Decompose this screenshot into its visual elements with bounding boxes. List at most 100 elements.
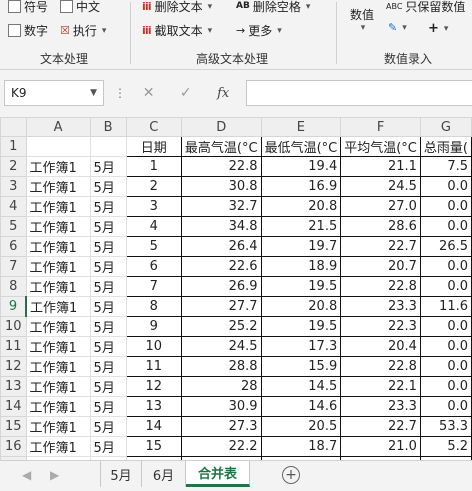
cell-c13[interactable]: 12 — [125, 376, 182, 397]
column-header-c[interactable]: C — [125, 117, 182, 137]
cell-d13[interactable]: 28 — [180, 376, 262, 397]
row-header[interactable]: 14 — [0, 396, 27, 417]
cell-b12[interactable]: 5月 — [89, 356, 127, 377]
chinese-checkbox[interactable]: 中文 — [60, 0, 100, 15]
add-button[interactable]: + ▾ — [428, 22, 448, 35]
cell-c8[interactable]: 7 — [125, 276, 182, 297]
cell-c14[interactable]: 13 — [125, 396, 182, 417]
name-box[interactable]: K9 ▼ — [4, 80, 104, 106]
cell-d9[interactable]: 27.7 — [180, 296, 262, 317]
value-button[interactable]: 数值 ▾ — [350, 6, 374, 33]
cell-c9[interactable]: 8 — [125, 296, 182, 317]
cell-e5[interactable]: 21.5 — [260, 216, 342, 237]
cancel-icon[interactable]: ✕ — [143, 85, 155, 101]
cell-g9[interactable]: 11.6 — [419, 296, 472, 317]
cell-e8[interactable]: 19.5 — [260, 276, 342, 297]
cell-a8[interactable]: 工作簿1 — [25, 276, 91, 297]
cell-g13[interactable]: 0.0 — [419, 376, 472, 397]
cell-c10[interactable]: 9 — [125, 316, 182, 337]
cell-f2[interactable]: 21.1 — [340, 156, 421, 177]
cell-g7[interactable]: 0.0 — [419, 256, 472, 277]
row-header[interactable]: 15 — [0, 416, 27, 437]
cell-g3[interactable]: 0.0 — [419, 176, 472, 197]
cell-a9[interactable]: 工作簿1 — [25, 296, 91, 317]
cell-g2[interactable]: 7.5 — [419, 156, 472, 177]
cell-b9[interactable]: 5月 — [89, 296, 127, 317]
row-header[interactable]: 16 — [0, 436, 27, 457]
cell-d10[interactable]: 25.2 — [180, 316, 262, 337]
cell-c11[interactable]: 10 — [125, 336, 182, 357]
cell-e2[interactable]: 19.4 — [260, 156, 342, 177]
cell-e6[interactable]: 19.7 — [260, 236, 342, 257]
cell-g15[interactable]: 53.3 — [419, 416, 472, 437]
formula-input[interactable] — [246, 80, 472, 106]
cell-a12[interactable]: 工作簿1 — [25, 356, 91, 377]
cell-d12[interactable]: 28.8 — [180, 356, 262, 377]
cell-g12[interactable]: 0.0 — [419, 356, 472, 377]
cell-c2[interactable]: 1 — [125, 156, 182, 177]
cell-c1[interactable]: 日期 — [125, 136, 182, 157]
sheet-tab-may[interactable]: 5月 — [100, 461, 142, 487]
cell-b13[interactable]: 5月 — [89, 376, 127, 397]
cell-b2[interactable]: 5月 — [89, 156, 127, 177]
cell-c16[interactable]: 15 — [125, 436, 182, 457]
cell-b4[interactable]: 5月 — [89, 196, 127, 217]
insert-function-icon[interactable]: fx — [217, 86, 229, 101]
cell-b15[interactable]: 5月 — [89, 416, 127, 437]
cell-g11[interactable]: 0.0 — [419, 336, 472, 357]
cell-c7[interactable]: 6 — [125, 256, 182, 277]
cell-b7[interactable]: 5月 — [89, 256, 127, 277]
cell-d14[interactable]: 30.9 — [180, 396, 262, 417]
row-header[interactable]: 12 — [0, 356, 27, 377]
cell-g14[interactable]: 0.0 — [419, 396, 472, 417]
cell-f3[interactable]: 24.5 — [340, 176, 421, 197]
delete-spaces-button[interactable]: AB 删除空格 ▾ — [236, 0, 310, 15]
cell-e11[interactable]: 17.3 — [260, 336, 342, 357]
cell-e15[interactable]: 20.5 — [260, 416, 342, 437]
cell-e7[interactable]: 18.9 — [260, 256, 342, 277]
row-header[interactable]: 6 — [0, 236, 27, 257]
column-header-e[interactable]: E — [260, 117, 342, 137]
cell-e14[interactable]: 14.6 — [260, 396, 342, 417]
cell-a16[interactable]: 工作簿1 — [25, 436, 91, 457]
cell-b8[interactable]: 5月 — [89, 276, 127, 297]
cell-e9[interactable]: 20.8 — [260, 296, 342, 317]
column-header-a[interactable]: A — [25, 117, 91, 137]
more-button[interactable]: → 更多 ▾ — [236, 22, 282, 39]
row-header[interactable]: 10 — [0, 316, 27, 337]
cell-c15[interactable]: 14 — [125, 416, 182, 437]
cell-f1[interactable]: 平均气温(°C — [340, 136, 421, 157]
cell-f12[interactable]: 22.8 — [340, 356, 421, 377]
cell-c12[interactable]: 11 — [125, 356, 182, 377]
row-header[interactable]: 11 — [0, 336, 27, 357]
row-header[interactable]: 5 — [0, 216, 27, 237]
row-header[interactable]: 8 — [0, 276, 27, 297]
cell-a2[interactable]: 工作簿1 — [25, 156, 91, 177]
cell-f13[interactable]: 22.1 — [340, 376, 421, 397]
cell-f9[interactable]: 23.3 — [340, 296, 421, 317]
cell-e4[interactable]: 20.8 — [260, 196, 342, 217]
cell-f10[interactable]: 22.3 — [340, 316, 421, 337]
cell-c3[interactable]: 2 — [125, 176, 182, 197]
more-options-icon[interactable]: ⋮ — [114, 86, 126, 100]
cell-d15[interactable]: 27.3 — [180, 416, 262, 437]
cell-b10[interactable]: 5月 — [89, 316, 127, 337]
cell-a4[interactable]: 工作簿1 — [25, 196, 91, 217]
cell-d2[interactable]: 22.8 — [180, 156, 262, 177]
digits-checkbox[interactable]: 数字 — [8, 22, 48, 39]
confirm-icon[interactable]: ✓ — [180, 85, 192, 101]
row-header[interactable]: 13 — [0, 376, 27, 397]
column-header-g[interactable]: G — [419, 117, 472, 137]
cell-d6[interactable]: 26.4 — [180, 236, 262, 257]
row-header[interactable]: 3 — [0, 176, 27, 197]
sheet-tab-merged[interactable]: 合并表 — [186, 461, 250, 487]
cell-c4[interactable]: 3 — [125, 196, 182, 217]
cell-g1[interactable]: 总雨量( — [419, 136, 472, 157]
cell-a14[interactable]: 工作簿1 — [25, 396, 91, 417]
cell-d5[interactable]: 34.8 — [180, 216, 262, 237]
cell-e12[interactable]: 15.9 — [260, 356, 342, 377]
cell-a13[interactable]: 工作簿1 — [25, 376, 91, 397]
cell-a3[interactable]: 工作簿1 — [25, 176, 91, 197]
cell-d16[interactable]: 22.2 — [180, 436, 262, 457]
row-header[interactable]: 2 — [0, 156, 27, 177]
